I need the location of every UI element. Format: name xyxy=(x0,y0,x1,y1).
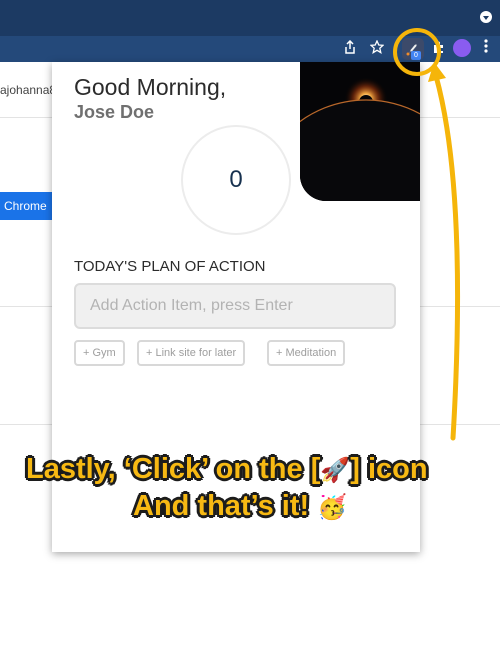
plan-of-action-heading: TODAY'S PLAN OF ACTION xyxy=(74,258,266,275)
chip-gym[interactable]: + Gym xyxy=(74,340,125,366)
arrow-icon xyxy=(428,62,461,441)
user-name: Jose Doe xyxy=(74,102,155,122)
chip-link-site[interactable]: + Link site for later xyxy=(137,340,246,366)
background-chrome-button-label: n Chrome xyxy=(0,199,47,213)
counter-display: 0 xyxy=(181,125,291,235)
greeting-text: Good Morning, xyxy=(74,74,227,100)
rocket-emoji-icon: 🚀 xyxy=(320,457,351,484)
eclipse-photo xyxy=(300,62,420,201)
share-icon[interactable] xyxy=(342,39,358,56)
instruction-line-1-text: Lastly, ‘Click’ on the [ xyxy=(26,453,321,485)
window-menu-icon[interactable] xyxy=(480,11,492,23)
instruction-line-2: And that’s it! 🥳 xyxy=(133,490,347,523)
background-chrome-button[interactable]: n Chrome xyxy=(0,192,52,220)
profile-avatar[interactable] xyxy=(453,39,471,57)
instruction-line-1: Lastly, ‘Click’ on the [🚀] icon xyxy=(26,453,428,486)
instruction-line-2-text: And that’s it! xyxy=(133,490,310,522)
background-username: ajohanna8 xyxy=(0,83,57,97)
chip-meditation[interactable]: + Meditation xyxy=(267,340,346,366)
browser-menu-icon[interactable] xyxy=(483,38,489,54)
bookmark-star-icon[interactable] xyxy=(369,39,385,56)
instruction-line-1-end: ] icon xyxy=(350,453,428,485)
action-item-input[interactable] xyxy=(74,283,396,329)
party-emoji-icon: 🥳 xyxy=(317,494,348,521)
